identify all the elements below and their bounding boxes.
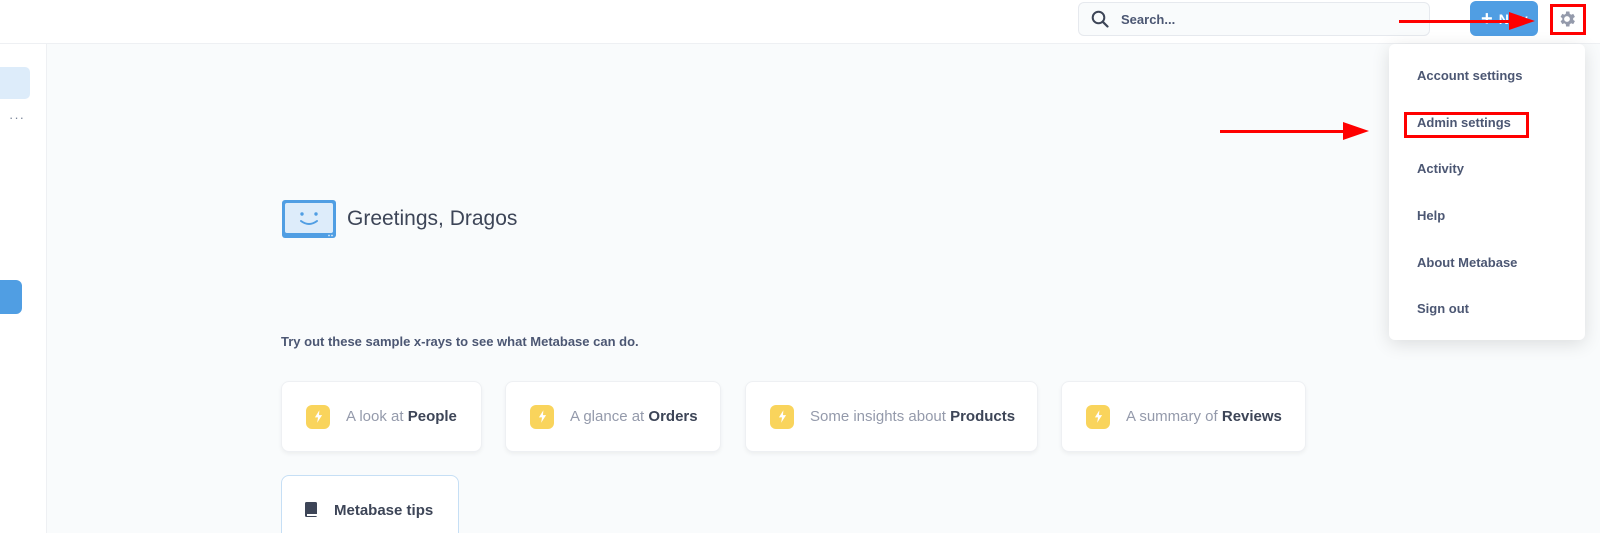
menu-item-account-settings[interactable]: Account settings bbox=[1417, 68, 1522, 83]
menu-item-about-metabase[interactable]: About Metabase bbox=[1417, 255, 1517, 270]
metabase-tips-label: Metabase tips bbox=[334, 501, 434, 519]
sidebar-add-button[interactable] bbox=[0, 280, 22, 314]
more-options-icon[interactable]: ··· bbox=[9, 110, 25, 125]
xray-card-prefix: Some insights about bbox=[810, 408, 951, 425]
sidebar-item-home[interactable] bbox=[0, 67, 30, 99]
xray-card-orders[interactable]: A glance at Orders bbox=[505, 381, 721, 452]
xray-card-prefix: A look at bbox=[346, 408, 408, 425]
search-bar[interactable] bbox=[1078, 2, 1430, 36]
sidebar: ··· bbox=[0, 44, 47, 533]
annotation-arrow-line bbox=[1220, 130, 1347, 133]
greeting: Greetings, Dragos bbox=[281, 199, 517, 239]
xray-card-label: A look at People bbox=[346, 408, 457, 425]
xray-card-table: Orders bbox=[648, 408, 698, 425]
xray-card-label: A glance at Orders bbox=[570, 408, 698, 425]
xray-card-label: A summary of Reviews bbox=[1126, 408, 1282, 425]
bolt-icon bbox=[530, 404, 554, 429]
xray-card-prefix: A summary of bbox=[1126, 408, 1222, 425]
book-icon bbox=[305, 502, 317, 517]
search-icon bbox=[1091, 10, 1109, 28]
xray-card-products[interactable]: Some insights about Products bbox=[745, 381, 1038, 452]
menu-item-activity[interactable]: Activity bbox=[1417, 161, 1464, 176]
plus-icon: + bbox=[1481, 7, 1493, 30]
annotation-arrow-line bbox=[1399, 20, 1511, 23]
annotation-arrow-head bbox=[1509, 12, 1535, 30]
top-navbar: + New bbox=[0, 0, 1600, 44]
xray-card-reviews[interactable]: A summary of Reviews bbox=[1061, 381, 1306, 452]
annotation-arrow-head bbox=[1343, 122, 1369, 140]
settings-menu: Account settings Admin settings Activity… bbox=[1389, 44, 1585, 340]
xray-card-table: Reviews bbox=[1221, 408, 1282, 425]
menu-item-sign-out[interactable]: Sign out bbox=[1417, 301, 1469, 316]
greeting-text: Greetings, Dragos bbox=[347, 207, 518, 230]
smiling-monitor-icon bbox=[282, 200, 336, 238]
xray-prompt: Try out these sample x-rays to see what … bbox=[281, 334, 639, 349]
search-input[interactable] bbox=[1121, 11, 1401, 27]
bolt-icon bbox=[770, 404, 794, 429]
xray-card-prefix: A glance at bbox=[570, 408, 649, 425]
xray-card-table: People bbox=[407, 408, 457, 425]
menu-item-help[interactable]: Help bbox=[1417, 208, 1445, 223]
bolt-icon bbox=[306, 404, 330, 429]
metabase-tips-card[interactable]: Metabase tips bbox=[281, 475, 459, 533]
xray-card-label: Some insights about Products bbox=[810, 408, 1015, 425]
xray-card-people[interactable]: A look at People bbox=[281, 381, 482, 452]
annotation-box-gear bbox=[1550, 4, 1586, 35]
bolt-icon bbox=[1086, 404, 1110, 429]
xray-card-table: Products bbox=[950, 408, 1016, 425]
annotation-box-admin-settings bbox=[1404, 112, 1529, 138]
